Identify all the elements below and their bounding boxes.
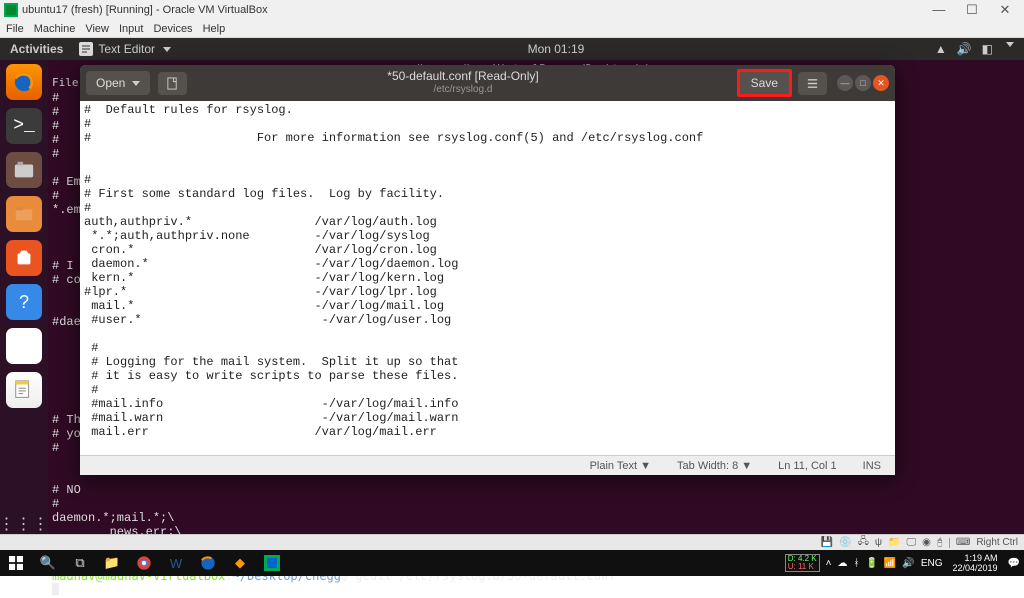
search-icon[interactable]: 🔍 <box>32 550 64 576</box>
hamburger-menu-button[interactable] <box>798 72 827 95</box>
tray-chevron-icon[interactable]: ˄ <box>826 558 832 569</box>
software-icon[interactable] <box>6 240 42 276</box>
vbox-icon <box>4 3 18 17</box>
document-title: *50-default.conf [Read-Only] <box>191 69 734 83</box>
battery-icon[interactable]: ◧ <box>982 42 993 56</box>
gedit-statusbar: Plain Text ▼ Tab Width: 8 ▼ Ln 11, Col 1… <box>80 455 895 475</box>
save-button[interactable]: Save <box>739 71 790 95</box>
tray-onedrive-icon[interactable]: ☁ <box>837 558 847 569</box>
gedit-title: *50-default.conf [Read-Only] /etc/rsyslo… <box>191 69 734 97</box>
tray-volume-icon[interactable]: 🔊 <box>902 558 914 569</box>
gedit-text-view[interactable]: # Default rules for rsyslog. # # For mor… <box>80 101 895 455</box>
window-title: ubuntu17 (fresh) [Running] - Oracle VM V… <box>22 4 268 16</box>
word-icon[interactable]: W <box>160 550 192 576</box>
tray-wifi-icon[interactable]: 📶 <box>884 558 896 569</box>
firefox-taskbar-icon[interactable] <box>192 550 224 576</box>
volume-icon[interactable]: 🔊 <box>957 42 972 56</box>
menu-file[interactable]: File <box>6 23 24 35</box>
minimize-button[interactable]: — <box>924 2 954 17</box>
ubuntu-dock: >_ ? a ⋮⋮⋮ <box>0 60 48 550</box>
clock-date: 22/04/2019 <box>953 563 998 573</box>
netspeed-widget[interactable]: D: 4.2 K U: 11 K <box>785 554 820 572</box>
window-controls: — ☐ ✕ <box>924 2 1020 18</box>
syntax-selector[interactable]: Plain Text ▼ <box>590 460 651 472</box>
gedit-headerbar: Open *50-default.conf [Read-Only] /etc/r… <box>80 65 895 101</box>
vbox-menubar: File Machine View Input Devices Help <box>0 20 1024 38</box>
gnome-topbar: Activities Text Editor Mon 01:19 ▲ 🔊 ◧ <box>0 38 1024 60</box>
tray-battery-icon[interactable]: 🔋 <box>865 558 877 569</box>
virtualbox-taskbar-icon[interactable] <box>256 550 288 576</box>
netspeed-up: U: 11 K <box>788 563 817 571</box>
open-button-label: Open <box>96 76 125 90</box>
files-icon[interactable] <box>6 152 42 188</box>
menu-machine[interactable]: Machine <box>34 23 76 35</box>
tab-width-selector[interactable]: Tab Width: 8 ▼ <box>677 460 752 472</box>
gedit-icon[interactable] <box>6 372 42 408</box>
nautilus-icon[interactable] <box>6 196 42 232</box>
clock-time: 1:19 AM <box>953 553 998 563</box>
vbox-shared-icon[interactable]: 📁 <box>888 537 900 548</box>
document-content: # Default rules for rsyslog. # # For mor… <box>84 103 891 439</box>
activities-button[interactable]: Activities <box>0 42 73 56</box>
gedit-minimize-button[interactable]: — <box>837 75 853 91</box>
firefox-icon[interactable] <box>6 64 42 100</box>
amazon-icon[interactable]: a <box>6 328 42 364</box>
save-button-label: Save <box>751 76 778 90</box>
vbox-hostkey-label: Right Ctrl <box>976 537 1018 548</box>
explorer-icon[interactable]: 📁 <box>96 550 128 576</box>
system-menu-icon[interactable] <box>1006 42 1014 47</box>
vbox-cd-icon[interactable]: 💿 <box>839 537 851 548</box>
app-menu[interactable]: Text Editor <box>73 42 177 56</box>
chevron-down-icon <box>163 47 171 52</box>
text-editor-icon <box>79 42 93 56</box>
close-button[interactable]: ✕ <box>990 2 1020 18</box>
document-path: /etc/rsyslog.d <box>191 83 734 97</box>
tray-lang[interactable]: ENG <box>921 558 943 569</box>
insert-mode: INS <box>863 460 881 472</box>
maximize-button[interactable]: ☐ <box>957 2 987 18</box>
gedit-close-button[interactable]: ✕ <box>873 75 889 91</box>
vbox-hostkey-icon[interactable]: ⌨ <box>956 537 970 548</box>
task-view-icon[interactable]: ⧉ <box>64 550 96 576</box>
topbar-clock[interactable]: Mon 01:19 <box>177 42 935 56</box>
tray-bluetooth-icon[interactable]: ᚼ <box>853 558 859 569</box>
action-center-icon[interactable]: 💬 <box>1008 558 1020 569</box>
vbox-display-icon[interactable]: 🖵 <box>907 537 917 548</box>
terminal-icon[interactable]: >_ <box>6 108 42 144</box>
menu-input[interactable]: Input <box>119 23 143 35</box>
open-button[interactable]: Open <box>86 71 150 95</box>
vbox-mouse-icon[interactable]: 🖯 <box>937 537 943 548</box>
vbox-titlebar: ubuntu17 (fresh) [Running] - Oracle VM V… <box>0 0 1024 20</box>
terminal-cursor <box>52 583 59 595</box>
network-icon[interactable]: ▲ <box>935 42 947 56</box>
windows-taskbar: 🔍 ⧉ 📁 W ◆ D: 4.2 K U: 11 K ˄ ☁ ᚼ 🔋 📶 🔊 E… <box>0 550 1024 576</box>
new-document-button[interactable] <box>158 72 187 95</box>
chevron-down-icon <box>132 81 140 86</box>
menu-view[interactable]: View <box>85 23 109 35</box>
vbox-rec-icon[interactable]: ◉ <box>922 537 931 548</box>
cursor-position: Ln 11, Col 1 <box>778 460 837 472</box>
vbox-hdd-icon[interactable]: 💾 <box>821 537 833 548</box>
start-button[interactable] <box>0 550 32 576</box>
menu-help[interactable]: Help <box>203 23 226 35</box>
menu-devices[interactable]: Devices <box>153 23 192 35</box>
taskbar-clock[interactable]: 1:19 AM 22/04/2019 <box>949 553 1002 573</box>
gedit-maximize-button[interactable]: □ <box>855 75 871 91</box>
vbox-net-icon[interactable]: 🖧 <box>858 534 869 551</box>
app-menu-label: Text Editor <box>98 42 155 56</box>
sublime-icon[interactable]: ◆ <box>224 550 256 576</box>
help-icon[interactable]: ? <box>6 284 42 320</box>
chrome-icon[interactable] <box>128 550 160 576</box>
gedit-window: Open *50-default.conf [Read-Only] /etc/r… <box>80 65 895 475</box>
vbox-statusbar: 💾 💿 🖧 ψ 📁 🖵 ◉ 🖯 ⌨ Right Ctrl <box>0 534 1024 550</box>
vbox-usb-icon[interactable]: ψ <box>875 537 882 548</box>
